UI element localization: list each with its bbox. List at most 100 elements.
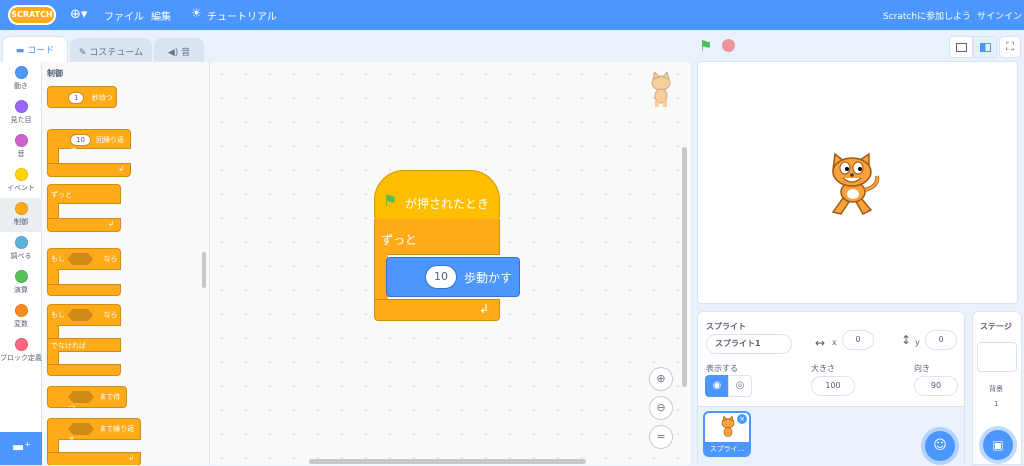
category-sound[interactable]: 音: [0, 130, 42, 164]
palette-scrollbar[interactable]: [202, 252, 206, 288]
wait-until-block[interactable]: まで待つ: [47, 386, 127, 412]
sprite-list: スプライ... × ☺: [698, 406, 964, 466]
move-label: 歩動かす: [464, 271, 513, 285]
add-extension-button[interactable]: ▬⁺: [0, 432, 42, 465]
x-arrow-icon: ↔: [815, 336, 826, 350]
category-dot: [14, 66, 28, 79]
move-steps-block[interactable]: 10 歩動かす: [386, 257, 520, 297]
category-looks[interactable]: 見た目: [0, 96, 42, 130]
sprite-name-input[interactable]: スプライト1: [706, 334, 792, 354]
green-flag-icon: ⚑: [699, 37, 713, 55]
loop-arrow-icon: ↲: [128, 454, 134, 462]
stage-canvas[interactable]: [697, 61, 1018, 304]
direction-input[interactable]: 90: [914, 376, 958, 396]
code-workspace[interactable]: ⚑ が押されたとき ずっと ↲ 10 歩動かす ⊕ ⊖ =: [210, 62, 690, 465]
repeat-until-block[interactable]: まで繰り返す: [47, 418, 141, 444]
category-motion[interactable]: 動き: [0, 62, 42, 96]
tutorials-icon[interactable]: ☀: [191, 6, 202, 20]
signin-link[interactable]: サインイン: [977, 9, 1022, 22]
y-label: y: [915, 338, 920, 347]
tab-costumes[interactable]: ✎ コスチューム: [70, 38, 152, 62]
show-label: 表示する: [706, 364, 738, 373]
loop-arrow-icon: ↲: [108, 220, 114, 228]
then-label: なら: [103, 311, 118, 319]
category-label: 見た目: [10, 116, 32, 124]
speaker-icon: ◀): [167, 48, 179, 58]
backdrops-label: 背景: [989, 385, 1003, 393]
fullscreen-button[interactable]: ⛶: [999, 36, 1021, 58]
tab-code[interactable]: ▬ コード: [2, 36, 68, 63]
zoom-in-button[interactable]: ⊕: [649, 367, 673, 391]
cat-sprite[interactable]: [823, 150, 883, 220]
menu-file[interactable]: ファイル: [104, 8, 144, 23]
if-block[interactable]: もし なら: [47, 248, 121, 270]
category-events[interactable]: イベント: [0, 164, 42, 198]
hide-sprite-button[interactable]: ◎: [728, 375, 752, 397]
repeat-count-input[interactable]: 10: [70, 134, 91, 146]
category-control[interactable]: 制御: [0, 198, 42, 232]
y-arrow-icon: ↕: [901, 333, 912, 347]
zoom-reset-button[interactable]: =: [649, 425, 673, 449]
zoom-reset-icon: =: [656, 430, 666, 443]
hat-label: が押されたとき: [405, 197, 490, 211]
backdrop-thumbnail[interactable]: [977, 342, 1017, 372]
large-stage-button[interactable]: [973, 36, 997, 58]
delete-sprite-icon[interactable]: ×: [737, 414, 747, 424]
green-flag-button[interactable]: ⚑: [699, 37, 712, 55]
code-icon: ▬: [15, 46, 25, 56]
category-dot: [14, 168, 28, 181]
wait-block[interactable]: 1 秒待つ: [47, 86, 117, 108]
forever-block[interactable]: ずっと: [47, 184, 121, 204]
menu-edit[interactable]: 編集: [151, 8, 171, 23]
tab-sounds-label: 音: [181, 48, 191, 58]
if-label: もし: [51, 311, 65, 319]
stage-selector-panel[interactable]: ステージ 背景 1 ▣: [972, 311, 1022, 465]
category-dot: [14, 236, 28, 249]
zoom-out-button[interactable]: ⊖: [649, 396, 673, 420]
workspace-vertical-scrollbar[interactable]: [682, 147, 687, 387]
sprite-thumbnail[interactable]: スプライ... ×: [703, 411, 751, 457]
forever-block[interactable]: ずっと: [374, 219, 500, 255]
menu-tutorials[interactable]: チュートリアル: [207, 8, 277, 23]
if-else-block[interactable]: もし なら: [47, 304, 121, 326]
move-steps-input[interactable]: 10: [425, 265, 457, 289]
repeat-block[interactable]: 10 回繰り返す: [47, 129, 131, 155]
choose-backdrop-button[interactable]: ▣: [983, 430, 1013, 460]
globe-icon[interactable]: ⊕▾: [70, 7, 87, 22]
x-position-input[interactable]: 0: [842, 330, 874, 350]
when-flag-clicked-block[interactable]: ⚑ が押されたとき: [374, 170, 500, 220]
wait-seconds-input[interactable]: 1: [68, 92, 85, 104]
eye-closed-icon: ◎: [735, 380, 745, 391]
condition-slot[interactable]: [67, 309, 94, 321]
show-sprite-button[interactable]: ◉: [705, 375, 729, 397]
category-operators[interactable]: 演算: [0, 266, 42, 300]
tab-sounds[interactable]: ◀) 音: [154, 38, 204, 62]
small-stage-button[interactable]: [949, 36, 973, 58]
condition-slot[interactable]: [68, 423, 94, 435]
repeat-block-end: ↲: [47, 163, 131, 177]
category-dot: [14, 100, 28, 113]
forever-label: ずっと: [51, 191, 72, 199]
stop-button[interactable]: [722, 39, 735, 52]
category-myblocks[interactable]: ブロック定義: [0, 334, 42, 376]
category-variables[interactable]: 変数: [0, 300, 42, 334]
forever-block-end: ↲: [374, 299, 500, 321]
scratch-logo[interactable]: SCRATCH: [8, 5, 56, 25]
join-scratch-link[interactable]: Scratchに参加しよう: [883, 9, 971, 22]
large-stage-icon: [980, 43, 991, 52]
size-input[interactable]: 100: [811, 376, 855, 396]
choose-sprite-button[interactable]: ☺: [925, 431, 955, 461]
condition-slot[interactable]: [67, 253, 94, 265]
category-sensing[interactable]: 調べる: [0, 232, 42, 266]
condition-slot[interactable]: [68, 391, 94, 403]
y-position-input[interactable]: 0: [925, 330, 957, 350]
x-label: x: [832, 338, 837, 347]
stage-panel-title: ステージ: [980, 322, 1012, 331]
category-label: 制御: [14, 218, 28, 226]
category-label: 変数: [14, 320, 28, 328]
if-block-arm: [47, 269, 59, 285]
category-label: 動き: [14, 82, 28, 90]
if-else-arm: [47, 325, 59, 339]
workspace-horizontal-scrollbar[interactable]: [309, 459, 586, 464]
zoom-in-icon: ⊕: [656, 372, 666, 385]
